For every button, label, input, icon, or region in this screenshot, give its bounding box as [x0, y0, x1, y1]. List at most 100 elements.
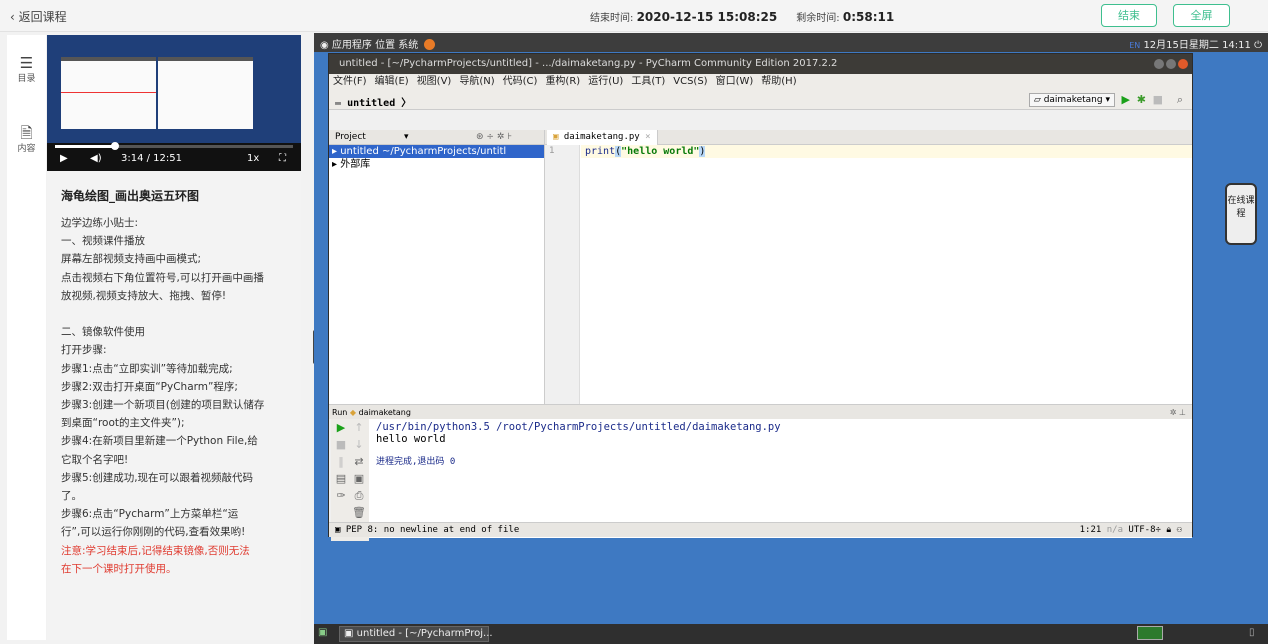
menu-edit[interactable]: 编辑(E)	[375, 76, 409, 87]
stop-icon[interactable]: ■	[1153, 93, 1163, 107]
project-panel-header[interactable]: Project ▾ ⊛ ÷ ✲ ⊦	[329, 130, 544, 145]
editor-tab-daimaketang[interactable]: ▣ daimaketang.py ×	[547, 130, 658, 145]
menu-run[interactable]: 运行(U)	[588, 76, 623, 87]
menu-refactor[interactable]: 重构(R)	[545, 76, 580, 87]
video-progress-bar[interactable]	[55, 142, 293, 150]
nav-item-catalog[interactable]: ☰ 目录	[7, 55, 46, 84]
search-icon[interactable]: ⌕	[1177, 93, 1183, 107]
minimize-icon[interactable]	[1154, 59, 1164, 69]
desktop-clock[interactable]: 12月15日星期二 14:11	[1143, 40, 1250, 51]
run-icon[interactable]: ▶	[1122, 93, 1130, 107]
close-tab-icon[interactable]: ×	[645, 132, 650, 142]
project-tree-row[interactable]: ▸ 外部库	[329, 158, 544, 171]
close-icon[interactable]	[1178, 59, 1188, 69]
status-message: PEP 8: no newline at end of file	[345, 525, 520, 535]
python-file-icon: ▣	[553, 132, 559, 142]
run-config-select[interactable]: ▱ daimaketang ▾	[1028, 93, 1115, 107]
desktop-menu-places[interactable]: 位置	[375, 40, 395, 51]
run-console[interactable]: /usr/bin/python3.5 /root/PycharmProjects…	[369, 419, 1192, 538]
online-course-widget[interactable]: 在线课程	[1225, 183, 1257, 245]
run-label: Run	[332, 408, 348, 417]
pin-icon[interactable]: ✑	[331, 487, 351, 504]
fullscreen-button[interactable]: 全屏	[1173, 4, 1230, 27]
firefox-icon[interactable]	[424, 39, 436, 50]
pause-icon[interactable]: ‖	[331, 453, 351, 470]
show-desktop-icon[interactable]: ▣	[318, 627, 327, 638]
line-number: 1	[549, 146, 555, 156]
input-lang[interactable]: EN	[1129, 41, 1140, 50]
code-string: "hello world"	[621, 146, 700, 157]
lesson-text-line: 行”,可以运行你刚刚的代码,查看效果哟!	[61, 526, 246, 539]
console-command: /usr/bin/python3.5 /root/PycharmProjects…	[376, 421, 781, 433]
taskbar-pycharm[interactable]: ▣ untitled - [~/PycharmProj...	[339, 626, 493, 642]
external-libraries: 外部库	[340, 159, 371, 170]
video-player[interactable]: ▶ ◀) 3:14 / 12:51 1x ⛶	[47, 35, 301, 171]
settings-icon[interactable]: ✲ ⊥	[1170, 405, 1186, 420]
maximize-icon[interactable]	[1166, 59, 1176, 69]
desktop-menu-apps[interactable]: 应用程序	[332, 40, 372, 51]
stop-run-icon[interactable]: ■	[331, 436, 351, 453]
print-icon[interactable]: ⎙	[349, 487, 369, 504]
remote-desktop[interactable]: ◉ 应用程序 位置 系统 EN 12月15日星期二 14:11 ⏻ 在线课程 u…	[314, 33, 1268, 644]
menu-vcs[interactable]: VCS(S)	[673, 76, 707, 87]
nav-item-content-label: 内容	[17, 144, 36, 154]
lesson-text-line: 边学边练小贴士:	[61, 217, 139, 229]
pycharm-navbar: ▬ untitled 〉 ▱ daimaketang ▾ ▶ ✱ ■ ⌕	[329, 90, 1192, 110]
panel-tools-icon[interactable]: ⊛ ÷ ✲ ⊦	[476, 130, 512, 145]
layout-icon[interactable]: ▤	[331, 470, 351, 487]
menu-code[interactable]: 代码(C)	[503, 76, 538, 87]
menu-tools[interactable]: 工具(T)	[631, 76, 665, 87]
pycharm-title-bar[interactable]: untitled - [~/PycharmProjects/untitled] …	[329, 54, 1192, 74]
desktop-menu-system[interactable]: 系统	[398, 40, 418, 51]
end-time-value: 2020-12-15 15:08:25	[636, 10, 778, 24]
python-file-icon: ▱	[1033, 95, 1041, 105]
menu-help[interactable]: 帮助(H)	[761, 76, 796, 87]
code-line[interactable]: print("hello world")	[581, 145, 1192, 158]
trash-icon[interactable]: 🗑	[349, 504, 369, 521]
menu-view[interactable]: 视图(V)	[417, 76, 452, 87]
project-root: untitled ~/PycharmProjects/untitl	[340, 146, 507, 157]
line-separator[interactable]: n/a	[1107, 525, 1123, 535]
pycharm-window[interactable]: untitled - [~/PycharmProjects/untitled] …	[328, 53, 1193, 541]
end-button[interactable]: 结束	[1101, 4, 1157, 27]
up-arrow-icon[interactable]: ↑	[349, 419, 369, 436]
down-arrow-icon[interactable]: ↓	[349, 436, 369, 453]
lesson-warning: 注意:学习结束后,记得结束镜像,否则无法 在下一个课时打开使用。	[61, 542, 291, 578]
play-icon[interactable]: ▶	[60, 153, 68, 164]
lesson-text-line: 二、镜像软件使用	[61, 326, 145, 339]
lesson-warning-line: 在下一个课时打开使用。	[61, 562, 177, 575]
trash-icon[interactable]: ▯	[1249, 627, 1255, 638]
breadcrumb[interactable]: ▬ untitled 〉	[335, 94, 411, 109]
debug-icon[interactable]: ✱	[1137, 93, 1146, 107]
video-progress-knob[interactable]	[110, 142, 119, 150]
menu-file[interactable]: 文件(F)	[333, 76, 367, 87]
nav-item-content[interactable]: 🗎 内容	[7, 125, 46, 154]
project-tree-row[interactable]: ▸ untitled ~/PycharmProjects/untitl	[329, 145, 544, 158]
soft-wrap-icon[interactable]: ⇄	[349, 453, 369, 470]
lock-icon[interactable]: 🔒︎	[1166, 525, 1171, 535]
project-tab[interactable]: Project	[335, 132, 366, 142]
rerun-icon[interactable]: ▶	[331, 419, 351, 436]
scroll-end-icon[interactable]: ▣	[349, 470, 369, 487]
menu-window[interactable]: 窗口(W)	[716, 76, 754, 87]
lesson-text-line: 步骤5:创建成功,现在可以跟着视频敲代码	[61, 471, 254, 484]
code-editor[interactable]: ▣ daimaketang.py × 1 print("hello world"…	[545, 130, 1192, 404]
video-frame	[47, 35, 301, 143]
power-icon[interactable]: ⏻	[1254, 40, 1262, 51]
menu-navigate[interactable]: 导航(N)	[459, 76, 494, 87]
lesson-text-line: 步骤2:双击打开桌面“PyCharm”程序;	[61, 380, 238, 393]
pycharm-title: untitled - [~/PycharmProjects/untitled] …	[339, 58, 838, 69]
volume-icon[interactable]: ◀)	[90, 153, 102, 164]
dropdown-icon[interactable]: ▾	[404, 130, 409, 145]
run-config-name: daimaketang	[1043, 95, 1103, 105]
cursor-position[interactable]: 1:21	[1080, 525, 1102, 535]
status-panel-icon[interactable]: ▣	[335, 525, 340, 535]
file-encoding[interactable]: UTF-8÷	[1128, 525, 1161, 535]
speed-button[interactable]: 1x	[247, 153, 259, 164]
lesson-text-line	[61, 305, 291, 323]
inspector-icon[interactable]: ⚇	[1177, 525, 1182, 535]
back-to-course-link[interactable]: ‹ 返回课程	[10, 8, 67, 25]
workspace-switcher[interactable]	[1137, 626, 1163, 640]
fullscreen-icon[interactable]: ⛶	[279, 153, 286, 164]
apps-menu-icon[interactable]: ◉	[320, 40, 329, 51]
